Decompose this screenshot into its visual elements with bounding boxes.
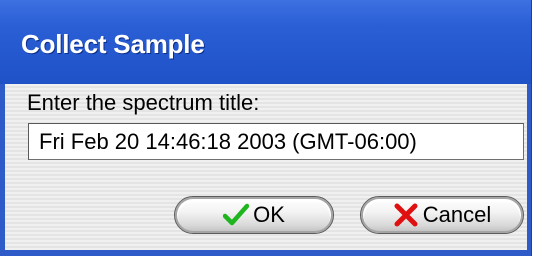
ok-button[interactable]: OK (174, 196, 334, 234)
spectrum-title-input[interactable] (28, 123, 524, 160)
dialog-title: Collect Sample (21, 29, 205, 59)
x-cross-icon (393, 202, 419, 228)
cancel-label: Cancel (422, 202, 492, 227)
prompt-label: Enter the spectrum title: (27, 90, 260, 115)
dialog-body: Enter the spectrum title: OK Cancel (5, 84, 527, 250)
checkmark-icon (223, 202, 250, 228)
ok-label: OK (253, 202, 285, 227)
dialog-window: Collect Sample Enter the spectrum title:… (0, 0, 532, 256)
cancel-button[interactable]: Cancel (360, 196, 524, 234)
title-bar[interactable]: Collect Sample (0, 0, 531, 84)
